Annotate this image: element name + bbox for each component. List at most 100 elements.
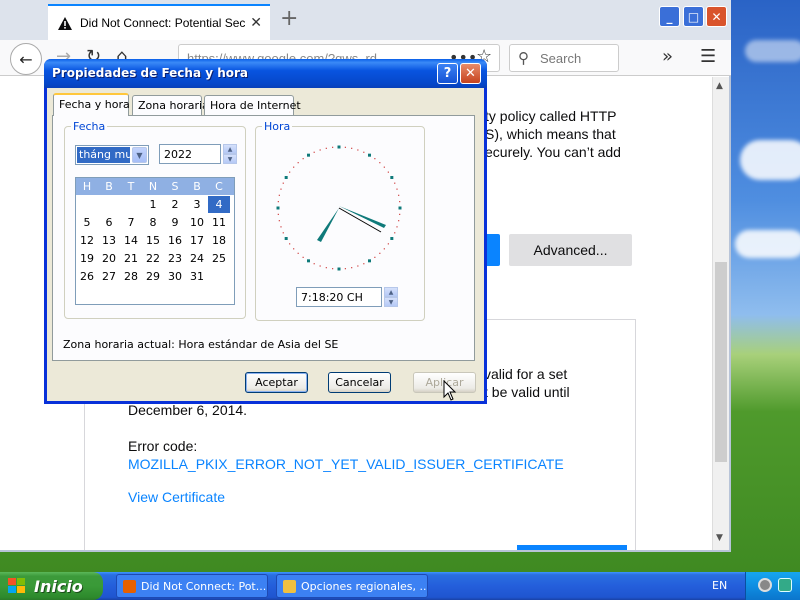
- start-button[interactable]: Inicio: [0, 572, 103, 600]
- taskbar-item-regional-options[interactable]: Opciones regionales, ...: [276, 574, 428, 598]
- calendar-day[interactable]: 16: [164, 232, 186, 249]
- back-arrow-icon: ←: [19, 49, 33, 69]
- clock-tick: [289, 243, 291, 245]
- spin-down-icon[interactable]: ▼: [384, 297, 398, 307]
- spin-up-icon[interactable]: ▲: [384, 287, 398, 297]
- calendar-day[interactable]: 4: [208, 196, 230, 213]
- advanced-button[interactable]: Advanced...: [509, 234, 632, 266]
- calendar-day[interactable]: 7: [120, 214, 142, 231]
- spin-down-icon[interactable]: ▼: [223, 154, 237, 164]
- clock-tick: [276, 206, 280, 210]
- year-spinner[interactable]: ▲ ▼: [223, 144, 237, 164]
- calendar-day[interactable]: 20: [98, 250, 120, 267]
- calendar-day[interactable]: 28: [120, 268, 142, 285]
- cert-text-line: t be valid until: [484, 384, 570, 400]
- weekday-label: B: [193, 180, 201, 193]
- chevron-down-icon[interactable]: ▼: [132, 147, 147, 163]
- maximize-button[interactable]: □: [683, 6, 704, 27]
- calendar-day[interactable]: 15: [142, 232, 164, 249]
- tab-close-icon[interactable]: ✕: [250, 15, 262, 31]
- clock-tick: [390, 176, 394, 179]
- month-select[interactable]: tháng mười ▼: [75, 145, 149, 165]
- cancel-button[interactable]: Cancelar: [328, 372, 391, 393]
- calendar-day[interactable]: 24: [186, 250, 208, 267]
- clock-tick: [297, 252, 299, 254]
- clock-tick: [332, 146, 334, 148]
- clock-tick: [398, 194, 400, 196]
- spin-up-icon[interactable]: ▲: [223, 144, 237, 154]
- clock-tick: [302, 256, 304, 258]
- calendar-day[interactable]: 2: [164, 196, 186, 213]
- calendar-day[interactable]: 1: [142, 196, 164, 213]
- calendar-day[interactable]: 23: [164, 250, 186, 267]
- panel-blue-button-edge[interactable]: [517, 545, 627, 550]
- calendar-day[interactable]: 6: [98, 214, 120, 231]
- calendar-day[interactable]: 21: [120, 250, 142, 267]
- calendar-day[interactable]: 29: [142, 268, 164, 285]
- scroll-thumb[interactable]: [715, 262, 727, 462]
- calendar-day[interactable]: 27: [98, 268, 120, 285]
- time-spinner[interactable]: ▲ ▼: [384, 287, 398, 307]
- scroll-down-icon[interactable]: ▼: [716, 533, 723, 543]
- browser-tab[interactable]: Did Not Connect: Potential Securi ✕: [48, 4, 270, 40]
- calendar-day[interactable]: 25: [208, 250, 230, 267]
- ok-button[interactable]: Aceptar: [245, 372, 308, 393]
- dialog-close-button[interactable]: ✕: [460, 63, 481, 84]
- calendar-day[interactable]: 17: [186, 232, 208, 249]
- calendar-day[interactable]: 13: [98, 232, 120, 249]
- clock-tick: [363, 263, 365, 265]
- weekday-label: T: [127, 180, 135, 193]
- calendar-day[interactable]: 12: [76, 232, 98, 249]
- help-button[interactable]: ?: [437, 63, 458, 84]
- year-input[interactable]: 2022: [159, 144, 221, 164]
- calendar-grid[interactable]: H B T N S B C 1 2 3 4 5 6 7 8 9 10 11 12 13 14 15 16 17 1…: [75, 177, 235, 305]
- new-tab-button[interactable]: +: [280, 6, 298, 31]
- calendar-day[interactable]: 19: [76, 250, 98, 267]
- clock-tick: [337, 267, 341, 271]
- dialog-titlebar[interactable]: Propiedades de Fecha y hora ? ✕: [44, 59, 487, 88]
- vertical-scrollbar[interactable]: ▲ ▼: [712, 77, 729, 550]
- tray-security-icon[interactable]: [778, 578, 792, 592]
- back-button[interactable]: ←: [10, 43, 42, 75]
- tab-date-time[interactable]: Fecha y hora: [53, 93, 130, 116]
- clock-tick: [280, 188, 282, 190]
- overflow-chevron-icon[interactable]: »: [662, 46, 673, 67]
- clock-tick: [337, 145, 341, 149]
- clock-tick: [278, 220, 280, 222]
- search-box[interactable]: ⚲ Search: [509, 44, 619, 72]
- menu-icon[interactable]: ☰: [700, 46, 716, 67]
- tab-internet-time[interactable]: Hora de Internet: [204, 95, 301, 115]
- calendar-day[interactable]: 11: [208, 214, 230, 231]
- tab-time-zone[interactable]: Zona horaria: [132, 95, 209, 115]
- view-certificate-link[interactable]: View Certificate: [128, 488, 225, 507]
- clock-tick: [368, 153, 371, 157]
- time-input[interactable]: 7:18:20 CH: [296, 287, 382, 307]
- calendar-day[interactable]: 10: [186, 214, 208, 231]
- language-indicator[interactable]: EN: [712, 579, 727, 592]
- taskbar-item-firefox[interactable]: Did Not Connect: Pot...: [116, 574, 268, 598]
- error-code-link[interactable]: MOZILLA_PKIX_ERROR_NOT_YET_VALID_ISSUER_…: [128, 455, 564, 474]
- calendar-day[interactable]: 3: [186, 196, 208, 213]
- calendar-day[interactable]: 26: [76, 268, 98, 285]
- tray-network-icon[interactable]: [758, 578, 772, 592]
- close-window-button[interactable]: ✕: [706, 6, 727, 27]
- start-label: Inicio: [34, 576, 83, 596]
- clock-tick: [399, 213, 401, 215]
- calendar-day[interactable]: 18: [208, 232, 230, 249]
- weekday-label: H: [82, 180, 92, 193]
- calendar-day[interactable]: 5: [76, 214, 98, 231]
- minimize-button[interactable]: _: [659, 6, 680, 27]
- calendar-day[interactable]: 30: [164, 268, 186, 285]
- clock-tick: [302, 158, 304, 160]
- control-panel-icon: [283, 580, 296, 593]
- calendar-day[interactable]: 8: [142, 214, 164, 231]
- scroll-up-icon[interactable]: ▲: [716, 81, 723, 91]
- tab-bar: Did Not Connect: Potential Securi ✕ + _ …: [0, 0, 731, 40]
- calendar-day[interactable]: 9: [164, 214, 186, 231]
- clock-tick: [344, 146, 346, 148]
- calendar-day[interactable]: 14: [120, 232, 142, 249]
- calendar-day[interactable]: 31: [186, 268, 208, 285]
- clock-tick: [289, 171, 291, 173]
- calendar-day[interactable]: 22: [142, 250, 164, 267]
- clock-tick: [293, 248, 295, 250]
